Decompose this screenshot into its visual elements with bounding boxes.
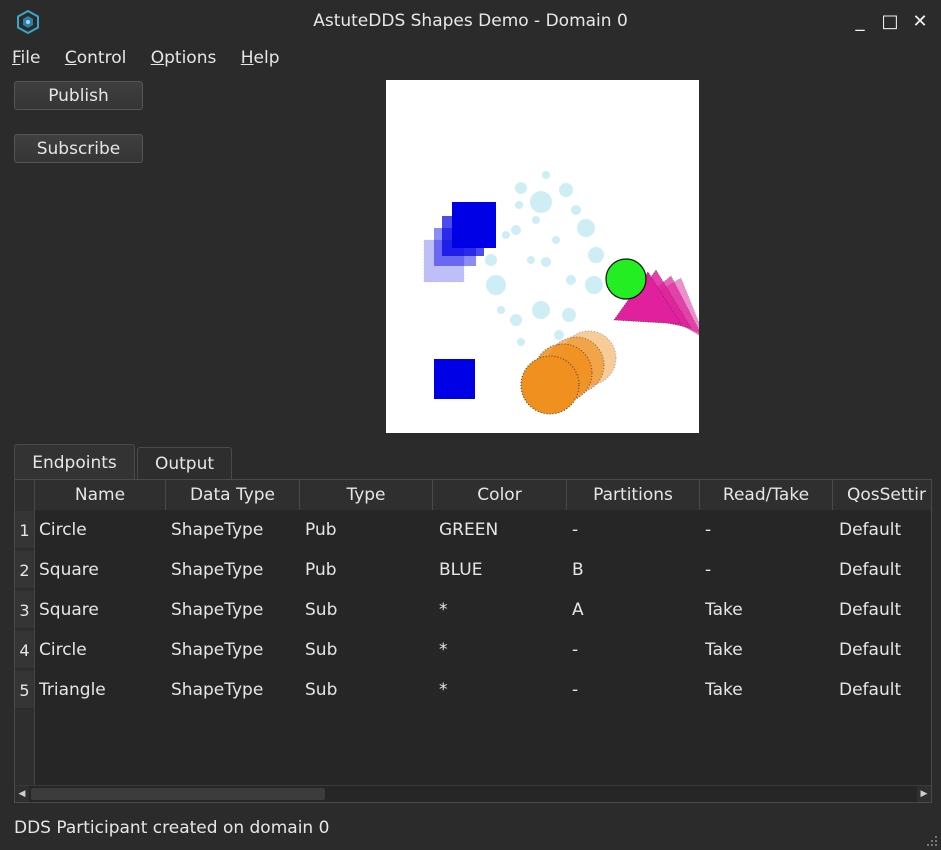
shapes-drawing xyxy=(423,171,699,415)
cell-partitions[interactable]: - xyxy=(572,670,700,710)
endpoints-table[interactable]: Name Data Type Type Color Partitions Rea… xyxy=(14,479,932,803)
cell-type[interactable]: Pub xyxy=(305,550,433,590)
row-number[interactable]: 4 xyxy=(15,631,34,669)
cell-qos[interactable]: Default xyxy=(839,670,931,710)
cell-data-type[interactable]: ShapeType xyxy=(171,590,301,630)
blue-square-shape xyxy=(434,359,475,399)
col-header-data-type[interactable]: Data Type xyxy=(166,480,300,510)
row-number[interactable]: 5 xyxy=(15,671,34,709)
tab-endpoints[interactable]: Endpoints xyxy=(14,444,135,480)
cell-color[interactable]: BLUE xyxy=(439,550,567,590)
maximize-button[interactable]: □ xyxy=(878,10,902,34)
col-header-name[interactable]: Name xyxy=(35,480,166,510)
row-number[interactable]: 3 xyxy=(15,591,34,629)
corner-cell xyxy=(15,480,35,510)
cell-read-take[interactable]: - xyxy=(705,550,833,590)
minimize-button[interactable]: _ xyxy=(848,10,872,34)
col-header-read-take[interactable]: Read/Take xyxy=(700,480,833,510)
col-header-partitions[interactable]: Partitions xyxy=(567,480,700,510)
cell-qos[interactable]: Default xyxy=(839,510,931,550)
blue-square-trail xyxy=(423,202,496,283)
cell-qos[interactable]: Default xyxy=(839,550,931,590)
publish-button[interactable]: Publish xyxy=(14,81,143,110)
cell-name[interactable]: Triangle xyxy=(39,670,164,710)
cell-data-type[interactable]: ShapeType xyxy=(171,630,301,670)
cell-qos[interactable]: Default xyxy=(839,590,931,630)
cell-type[interactable]: Pub xyxy=(305,510,433,550)
cell-color[interactable]: * xyxy=(439,590,567,630)
cell-type[interactable]: Sub xyxy=(305,670,433,710)
cell-partitions[interactable]: B xyxy=(572,550,700,590)
col-header-type[interactable]: Type xyxy=(300,480,433,510)
cell-data-type[interactable]: ShapeType xyxy=(171,510,301,550)
cell-name[interactable]: Square xyxy=(39,590,164,630)
scroll-thumb[interactable] xyxy=(31,788,325,800)
resize-grip-icon[interactable] xyxy=(927,836,937,846)
col-header-qos-settings[interactable]: QosSettir xyxy=(833,480,931,510)
green-circle-shape xyxy=(605,258,647,300)
horizontal-scrollbar[interactable]: ◀ ▶ xyxy=(15,785,931,802)
menu-options[interactable]: Options xyxy=(149,45,219,71)
status-message: DDS Participant created on domain 0 xyxy=(14,818,330,838)
table-header: Name Data Type Type Color Partitions Rea… xyxy=(15,480,931,510)
title-bar: AstuteDDS Shapes Demo - Domain 0 _ □ ✕ xyxy=(0,0,941,44)
cell-type[interactable]: Sub xyxy=(305,590,433,630)
orange-circle-trail xyxy=(520,330,617,415)
scroll-right-icon[interactable]: ▶ xyxy=(917,786,931,802)
tab-output[interactable]: Output xyxy=(137,447,232,480)
ghost-trail-dots xyxy=(485,171,604,346)
subscribe-button[interactable]: Subscribe xyxy=(14,134,143,163)
cell-partitions[interactable]: - xyxy=(572,510,700,550)
col-header-color[interactable]: Color xyxy=(433,480,567,510)
cell-type[interactable]: Sub xyxy=(305,630,433,670)
cell-partitions[interactable]: - xyxy=(572,630,700,670)
cell-data-type[interactable]: ShapeType xyxy=(171,550,301,590)
scroll-left-icon[interactable]: ◀ xyxy=(15,786,29,802)
cell-color[interactable]: * xyxy=(439,630,567,670)
cell-qos[interactable]: Default xyxy=(839,630,931,670)
menu-bar: File Control Options Help xyxy=(10,45,297,71)
cell-name[interactable]: Circle xyxy=(39,630,164,670)
row-number[interactable]: 1 xyxy=(15,511,34,549)
cell-read-take[interactable]: Take xyxy=(705,630,833,670)
cell-data-type[interactable]: ShapeType xyxy=(171,670,301,710)
cell-partitions[interactable]: A xyxy=(572,590,700,630)
close-button[interactable]: ✕ xyxy=(908,10,932,34)
menu-file[interactable]: File xyxy=(10,45,42,71)
menu-control[interactable]: Control xyxy=(63,45,128,71)
cell-name[interactable]: Square xyxy=(39,550,164,590)
shapes-canvas[interactable] xyxy=(386,80,699,433)
cell-read-take[interactable]: Take xyxy=(705,590,833,630)
row-number[interactable]: 2 xyxy=(15,551,34,589)
cell-color[interactable]: * xyxy=(439,670,567,710)
window-title: AstuteDDS Shapes Demo - Domain 0 xyxy=(313,11,628,31)
cell-read-take[interactable]: Take xyxy=(705,670,833,710)
menu-help[interactable]: Help xyxy=(239,45,282,71)
cell-read-take[interactable]: - xyxy=(705,510,833,550)
cell-name[interactable]: Circle xyxy=(39,510,164,550)
cell-color[interactable]: GREEN xyxy=(439,510,567,550)
